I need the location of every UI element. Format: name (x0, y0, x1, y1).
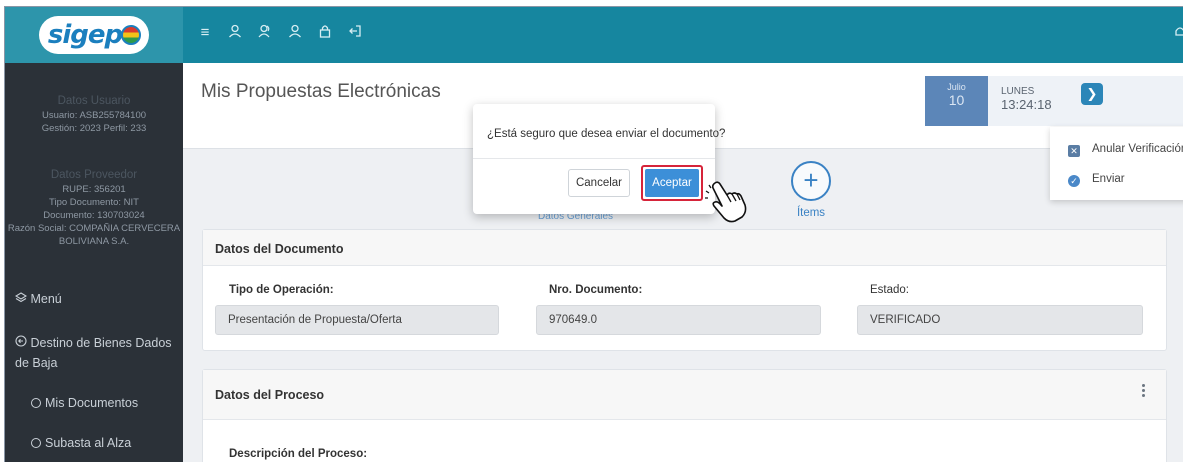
tipo-operacion-field: Presentación de Propuesta/Oferta (215, 305, 499, 335)
weekday: LUNES (1001, 86, 1035, 97)
logo[interactable]: sigep (39, 16, 149, 54)
provider-info-line: Razón Social: COMPAÑIA CERVECERA BOLIVIA… (7, 223, 181, 247)
check-circle-icon: ✓ (1068, 175, 1080, 187)
date-month: Julio (947, 82, 966, 92)
logo-emblem-icon (121, 25, 141, 45)
card-datos-proceso: Datos del Proceso Descripción del Proces… (202, 369, 1167, 462)
card-title: Datos del Proceso (203, 370, 1166, 420)
sidebar-menu-label: Menú (30, 292, 62, 306)
logo-text: sigep (47, 20, 123, 50)
user-info-line: Gestión: 2023 Perfil: 233 (41, 123, 147, 134)
arrow-left-circle-icon (15, 335, 30, 350)
user-info-line: Usuario: ASB255784100 (41, 110, 147, 121)
layers-icon (14, 292, 30, 306)
sidebar-menu-heading[interactable]: Menú (14, 292, 62, 306)
sidebar-item-destino[interactable]: Destino de Bienes Dados de Baja (15, 333, 180, 373)
field-label: Nro. Documento: (549, 284, 643, 296)
estado-field: VERIFICADO (857, 305, 1143, 335)
sidebar-user-info: Datos Usuario Usuario: ASB255784100 Gest… (5, 93, 183, 135)
logo-area: sigep (5, 7, 183, 63)
sidebar-item-label: Destino de Bienes Dados de Baja (15, 336, 172, 370)
tab-items-label: Ítems (796, 207, 826, 219)
sidebar-item-label: Mis Documentos (45, 396, 139, 410)
bell-icon[interactable] (1173, 25, 1183, 42)
x-square-icon: ✕ (1068, 145, 1080, 157)
sidebar-provider-info: Datos Proveedor RUPE: 356201 Tipo Docume… (5, 167, 183, 248)
provider-info-heading: Datos Proveedor (50, 169, 138, 181)
provider-info-line: Documento: 130703024 (43, 210, 145, 221)
cancel-button[interactable]: Cancelar (568, 169, 630, 197)
sidebar-item-label: Subasta al Alza (45, 436, 132, 450)
app-frame: sigep ≡ Datos Usuario Usuario: ASB255784… (4, 6, 1183, 462)
plus-icon: + (791, 161, 831, 201)
menu-item-label: Anular Verificación (1092, 143, 1183, 155)
date-day: 10 (948, 92, 965, 108)
accept-button[interactable]: Aceptar (645, 169, 699, 197)
hand-cursor-icon (705, 181, 747, 223)
topbar-icons: ≡ (197, 24, 363, 42)
menu-item-label: Enviar (1092, 173, 1125, 185)
users-icon[interactable] (257, 24, 273, 42)
card-title: Datos del Documento (203, 230, 1166, 266)
accept-button-highlight: Aceptar (641, 165, 703, 201)
menu-item-anular-verificacion[interactable]: ✕ Anular Verificación (1068, 143, 1183, 157)
menu-item-enviar[interactable]: ✓ Enviar (1068, 173, 1125, 187)
more-options-icon[interactable] (1142, 384, 1146, 399)
circle-icon (31, 438, 41, 448)
date-badge: Julio 10 (925, 76, 988, 126)
circle-icon (31, 398, 41, 408)
field-label: Tipo de Operación: (229, 284, 334, 296)
provider-info-line: Tipo Documento: NIT (49, 197, 139, 208)
options-dropdown: ✕ Anular Verificación ✓ Enviar (1050, 127, 1183, 200)
nro-documento-field: 970649.0 (536, 305, 821, 335)
dialog-message: ¿Está seguro que desea enviar el documen… (487, 128, 726, 140)
page-title: Mis Propuestas Electrónicas (201, 81, 441, 102)
field-label: Descripción del Proceso: (229, 448, 368, 460)
time: 13:24:18 (1001, 97, 1052, 112)
sidebar-item-mis-documentos[interactable]: Mis Documentos (31, 396, 138, 410)
card-datos-documento: Datos del Documento Tipo de Operación: P… (202, 229, 1167, 351)
menu-icon[interactable]: ≡ (197, 24, 213, 42)
logout-icon[interactable] (347, 24, 363, 42)
options-toggle-button[interactable]: ❯ (1081, 83, 1103, 105)
user-info-heading: Datos Usuario (57, 95, 131, 107)
clock: LUNES 13:24:18 (988, 76, 1060, 126)
dialog-divider (473, 158, 715, 159)
lock-icon[interactable] (317, 24, 333, 42)
field-label: Estado: (870, 284, 909, 296)
confirm-dialog: ¿Está seguro que desea enviar el documen… (473, 104, 725, 214)
chevron-right-circle-icon: ❯ (1086, 86, 1098, 101)
topbar: sigep ≡ (5, 7, 1183, 63)
header-actions-area (1060, 76, 1183, 126)
sidebar-item-subasta[interactable]: Subasta al Alza (31, 436, 131, 450)
sidebar: Datos Usuario Usuario: ASB255784100 Gest… (5, 63, 183, 462)
tab-items[interactable]: + Ítems (781, 161, 841, 219)
user-check-icon[interactable] (287, 24, 303, 42)
provider-info-line: RUPE: 356201 (62, 184, 126, 195)
user-icon[interactable] (227, 24, 243, 42)
